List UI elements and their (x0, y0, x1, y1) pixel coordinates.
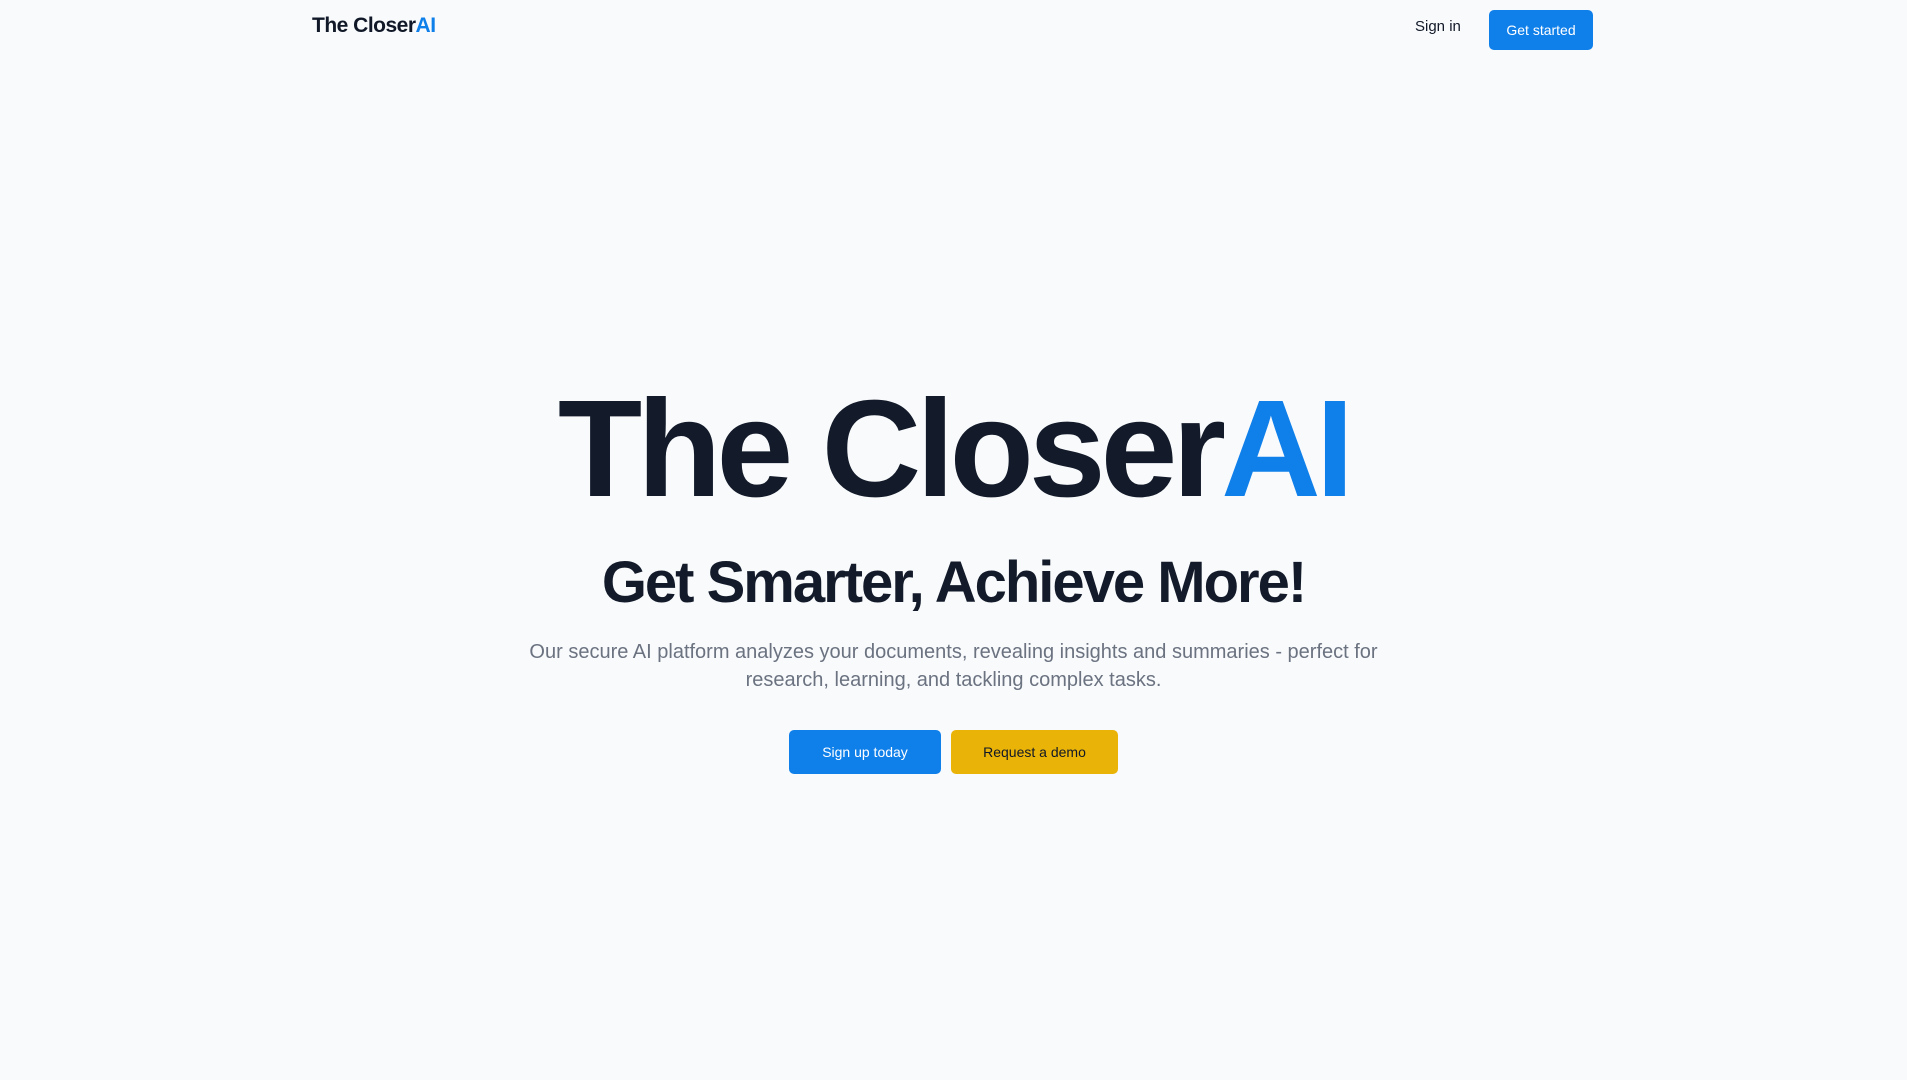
landing-page: The CloserAI Sign in Get started The Clo… (0, 0, 1907, 1080)
site-header: The CloserAI Sign in Get started (0, 0, 1907, 60)
hero-section: The CloserAI Get Smarter, Achieve More! … (0, 380, 1907, 774)
logo-link[interactable]: The CloserAI (312, 14, 436, 38)
hero-subtitle: Get Smarter, Achieve More! (601, 550, 1307, 615)
hero-actions: Sign up today Request a demo (0, 730, 1907, 774)
hero-description: Our secure AI platform analyzes your doc… (529, 641, 1378, 691)
hero-title-main: The Closer (557, 372, 1226, 526)
logo-accent-text: AI (415, 14, 437, 37)
request-demo-button[interactable]: Request a demo (951, 730, 1118, 774)
sign-up-button[interactable]: Sign up today (789, 730, 941, 774)
get-started-button[interactable]: Get started (1489, 10, 1593, 50)
hero-title-accent: AI (1221, 372, 1354, 526)
hero-title: The CloserAI (0, 380, 1907, 518)
logo-text: The Closer (312, 14, 416, 37)
sign-in-link[interactable]: Sign in (1415, 18, 1461, 35)
